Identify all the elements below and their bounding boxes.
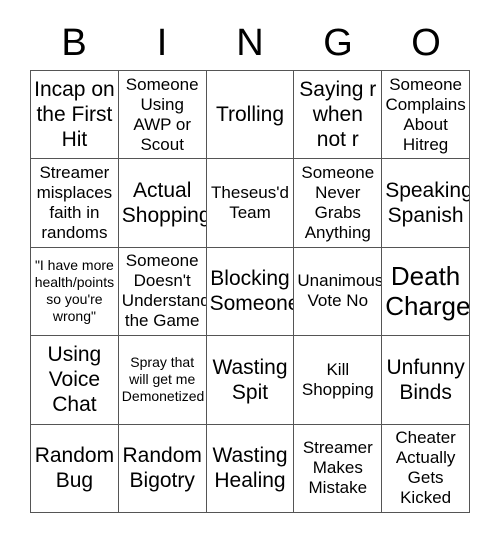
- bingo-cell-label: Trolling: [215, 103, 285, 127]
- bingo-cell-r5c4[interactable]: Streamer Makes Mistake: [294, 424, 383, 513]
- bingo-cell-r5c1[interactable]: Random Bug: [31, 424, 119, 513]
- bingo-cell-label: Actual Shopping: [121, 179, 207, 228]
- bingo-cell-label: Saying r when not r: [299, 78, 377, 152]
- bingo-cell-label: Someone Never Grabs Anything: [301, 163, 375, 243]
- bingo-cell-r5c5[interactable]: Cheater Actually Gets Kicked: [382, 424, 470, 513]
- bingo-cell-r4c4[interactable]: Kill Shopping: [294, 336, 383, 425]
- bingo-cell-r1c2[interactable]: Someone Using AWP or Scout: [118, 71, 207, 160]
- bingo-cell-r4c5[interactable]: Unfunny Binds: [382, 336, 470, 425]
- bingo-header: B I N G O: [30, 16, 470, 70]
- bingo-cell-r1c4[interactable]: Saying r when not r: [294, 71, 383, 160]
- header-letter-n: N: [236, 22, 264, 64]
- bingo-grid: Incap on the First Hit Someone Using AWP …: [30, 70, 470, 513]
- bingo-cell-label: Cheater Actually Gets Kicked: [395, 428, 456, 508]
- bingo-cell-label: Someone Doesn't Understand the Game: [121, 251, 207, 331]
- bingo-cell-r5c2[interactable]: Random Bigotry: [118, 424, 207, 513]
- bingo-cell-r2c3[interactable]: Theseus'd Team: [206, 159, 295, 248]
- header-letter-o: O: [411, 22, 441, 64]
- bingo-cell-label: Wasting Healing: [212, 444, 288, 493]
- header-letter-i: I: [156, 22, 168, 64]
- bingo-cell-label: Streamer Makes Mistake: [302, 438, 373, 498]
- bingo-cell-r4c1[interactable]: Using Voice Chat: [31, 336, 119, 425]
- bingo-cell-r4c3[interactable]: Wasting Spit: [206, 336, 295, 425]
- bingo-cell-label: Random Bigotry: [122, 444, 202, 493]
- bingo-cell-r1c3[interactable]: Trolling: [206, 71, 295, 160]
- bingo-cell-r2c5[interactable]: Speaking Spanish: [382, 159, 470, 248]
- bingo-cell-label: Incap on the First Hit: [34, 78, 115, 152]
- bingo-cell-r3c4[interactable]: Unanimous Vote No: [294, 247, 383, 337]
- header-letter-b: B: [61, 22, 87, 64]
- bingo-cell-label: Speaking Spanish: [385, 179, 470, 228]
- bingo-cell-label: Someone Using AWP or Scout: [125, 74, 199, 154]
- bingo-cell-label: Using Voice Chat: [47, 343, 102, 417]
- bingo-cell-r3c1[interactable]: "I have more health/points so you're wro…: [31, 247, 119, 337]
- bingo-cell-r3c2[interactable]: Someone Doesn't Understand the Game: [118, 247, 207, 337]
- bingo-cell-label: Kill Shopping: [301, 359, 374, 399]
- bingo-cell-label: Wasting Spit: [212, 355, 288, 404]
- bingo-cell-r2c1[interactable]: Streamer misplaces faith in randoms: [31, 159, 119, 248]
- bingo-cell-r3c3[interactable]: Blocking Someone: [206, 247, 295, 337]
- bingo-cell-label: Spray that will get me Demonetized: [121, 354, 205, 405]
- bingo-cell-r2c2[interactable]: Actual Shopping: [118, 159, 207, 248]
- bingo-card: B I N G O Incap on the First Hit Someone …: [0, 0, 500, 544]
- bingo-cell-label: Theseus'd Team: [211, 183, 289, 223]
- bingo-cell-label: Unanimous Vote No: [297, 271, 383, 311]
- bingo-cell-label: Someone Complains About Hitreg: [385, 74, 466, 154]
- bingo-cell-label: "I have more health/points so you're wro…: [34, 257, 115, 325]
- bingo-cell-r1c1[interactable]: Incap on the First Hit: [31, 71, 119, 160]
- bingo-cell-r2c4[interactable]: Someone Never Grabs Anything: [294, 159, 383, 248]
- bingo-cell-label: Unfunny Binds: [386, 355, 465, 404]
- bingo-cell-label: Blocking Someone: [209, 267, 295, 316]
- bingo-cell-r3c5[interactable]: Death Charge: [382, 247, 470, 337]
- bingo-cell-label: Death Charge: [385, 261, 470, 322]
- bingo-cell-r5c3[interactable]: Wasting Healing: [206, 424, 295, 513]
- bingo-cell-r4c2[interactable]: Spray that will get me Demonetized: [118, 336, 207, 425]
- header-letter-g: G: [323, 22, 353, 64]
- bingo-cell-label: Streamer misplaces faith in randoms: [36, 163, 113, 243]
- bingo-cell-r1c5[interactable]: Someone Complains About Hitreg: [382, 71, 470, 160]
- bingo-cell-label: Random Bug: [34, 444, 115, 493]
